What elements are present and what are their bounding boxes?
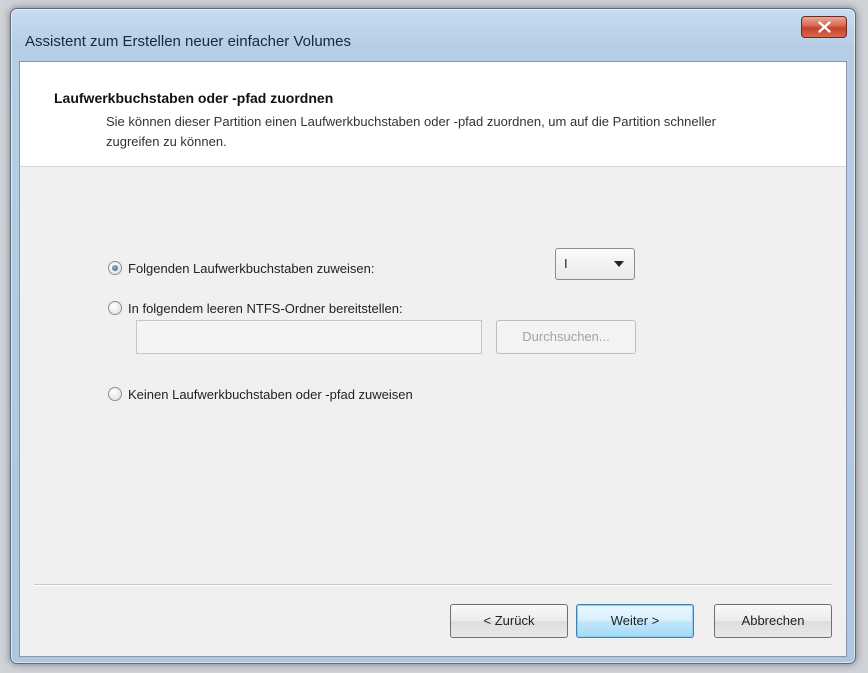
drive-letter-dropdown[interactable]: I xyxy=(555,248,635,280)
title-bar[interactable]: Assistent zum Erstellen neuer einfacher … xyxy=(11,9,855,59)
folder-path-input[interactable] xyxy=(136,320,482,354)
page-description: Sie können dieser Partition einen Laufwe… xyxy=(106,114,716,149)
mount-folder-option[interactable]: In folgendem leeren NTFS-Ordner bereitst… xyxy=(108,298,403,318)
wizard-client-area: Laufwerkbuchstaben oder -pfad zuordnen S… xyxy=(19,61,847,657)
chevron-down-icon xyxy=(614,261,624,267)
no-letter-option[interactable]: Keinen Laufwerkbuchstaben oder -pfad zuw… xyxy=(108,384,413,404)
no-letter-radio[interactable] xyxy=(108,387,122,401)
cancel-button[interactable]: Abbrechen xyxy=(714,604,832,638)
close-button[interactable] xyxy=(801,16,847,38)
next-button[interactable]: Weiter > xyxy=(576,604,694,638)
wizard-header: Laufwerkbuchstaben oder -pfad zuordnen S… xyxy=(20,62,846,167)
window-title: Assistent zum Erstellen neuer einfacher … xyxy=(25,33,351,50)
browse-button[interactable]: Durchsuchen... xyxy=(496,320,636,354)
wizard-window: Assistent zum Erstellen neuer einfacher … xyxy=(10,8,856,664)
page-title: Laufwerkbuchstaben oder -pfad zuordnen xyxy=(54,90,334,106)
footer-separator xyxy=(34,584,832,586)
close-icon xyxy=(818,21,831,33)
assign-letter-option[interactable]: Folgenden Laufwerkbuchstaben zuweisen: xyxy=(108,258,374,278)
no-letter-label: Keinen Laufwerkbuchstaben oder -pfad zuw… xyxy=(128,386,413,402)
assign-letter-radio[interactable] xyxy=(108,261,122,275)
assign-letter-label: Folgenden Laufwerkbuchstaben zuweisen: xyxy=(128,260,375,276)
mount-folder-radio[interactable] xyxy=(108,301,122,315)
mount-folder-label: In folgendem leeren NTFS-Ordner bereitst… xyxy=(128,300,403,316)
drive-letter-value: I xyxy=(564,256,568,271)
back-button[interactable]: < Zurück xyxy=(450,604,568,638)
